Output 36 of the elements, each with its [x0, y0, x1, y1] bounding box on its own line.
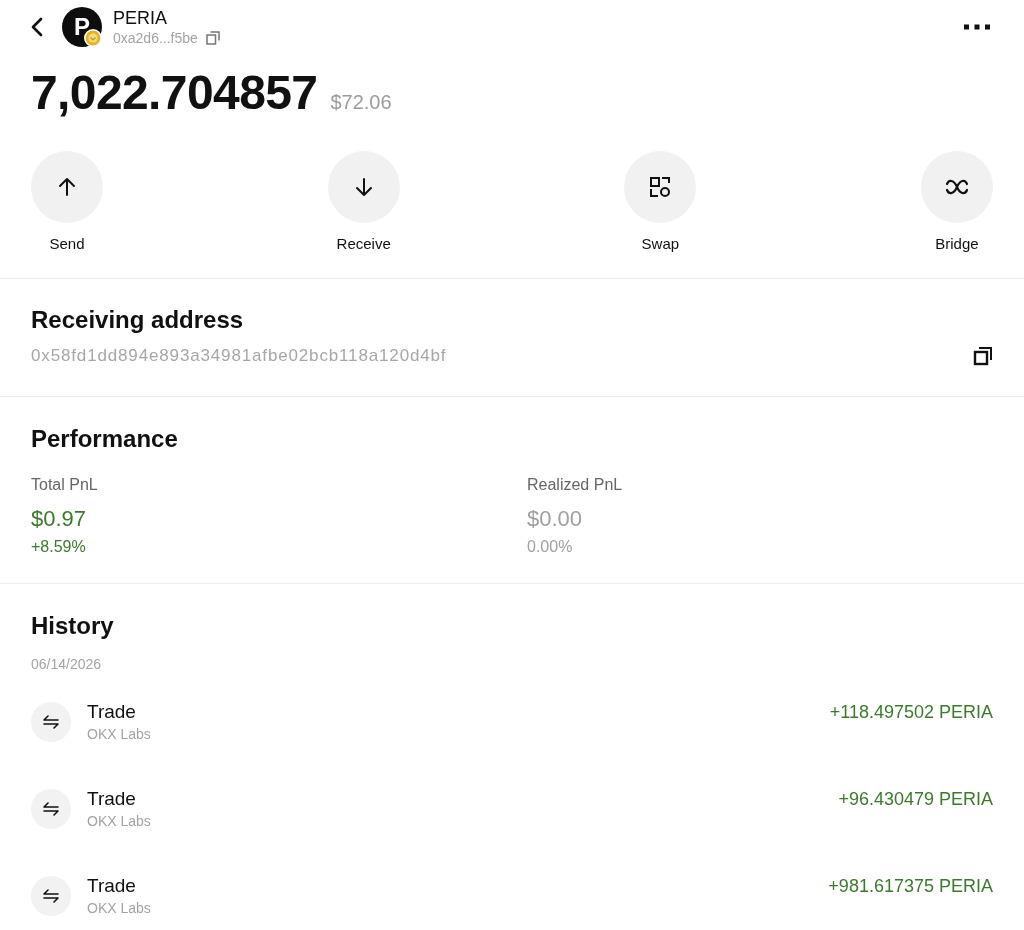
- chevron-left-icon: [31, 17, 43, 37]
- pnl-value: $0.97: [31, 506, 88, 532]
- trade-arrows-icon: [31, 702, 71, 742]
- transaction-source: OKX Labs: [87, 813, 151, 830]
- wallet-address: 0xa2d6...f5be: [113, 29, 198, 47]
- transaction-title: Trade: [87, 788, 137, 810]
- trade-arrows-icon: [31, 789, 71, 829]
- transaction-source: OKX Labs: [87, 900, 151, 917]
- section-title: History: [31, 611, 115, 640]
- back-button[interactable]: [31, 17, 43, 37]
- receive-button[interactable]: Receive: [327, 151, 400, 252]
- transaction-amount: +96.430479 PERIA: [838, 788, 993, 810]
- transaction-amount: +981.617375 PERIA: [828, 875, 993, 897]
- swap-button[interactable]: Swap: [624, 151, 697, 252]
- pnl-change: 0.00%: [527, 537, 574, 557]
- token-balance: 7,022.704857: [31, 69, 318, 117]
- more-icon: [964, 24, 990, 30]
- transaction-source: OKX Labs: [87, 726, 151, 743]
- transaction-title: Trade: [87, 701, 137, 723]
- pnl-value: $0.00: [527, 506, 584, 532]
- transaction-title: Trade: [87, 875, 137, 897]
- copy-icon[interactable]: [973, 346, 993, 366]
- history-date: 06/14/2026: [31, 655, 103, 673]
- pnl-change: +8.59%: [31, 537, 87, 557]
- token-name: PERIA: [113, 7, 169, 29]
- pnl-label: Total PnL: [31, 475, 99, 495]
- send-button[interactable]: Send: [31, 151, 103, 252]
- trade-arrows-icon: [31, 876, 71, 916]
- receiving-address: 0x58fd1dd894e893a34981afbe02bcb118a120d4bf: [31, 346, 447, 366]
- section-title: Receiving address: [31, 305, 245, 334]
- pnl-label: Realized PnL: [527, 475, 624, 495]
- transaction-amount: +118.497502 PERIA: [829, 701, 993, 723]
- section-title: Performance: [31, 424, 179, 453]
- bridge-button[interactable]: Bridge: [920, 151, 993, 252]
- fiat-value: $72.06: [330, 91, 392, 114]
- more-button[interactable]: [964, 24, 990, 30]
